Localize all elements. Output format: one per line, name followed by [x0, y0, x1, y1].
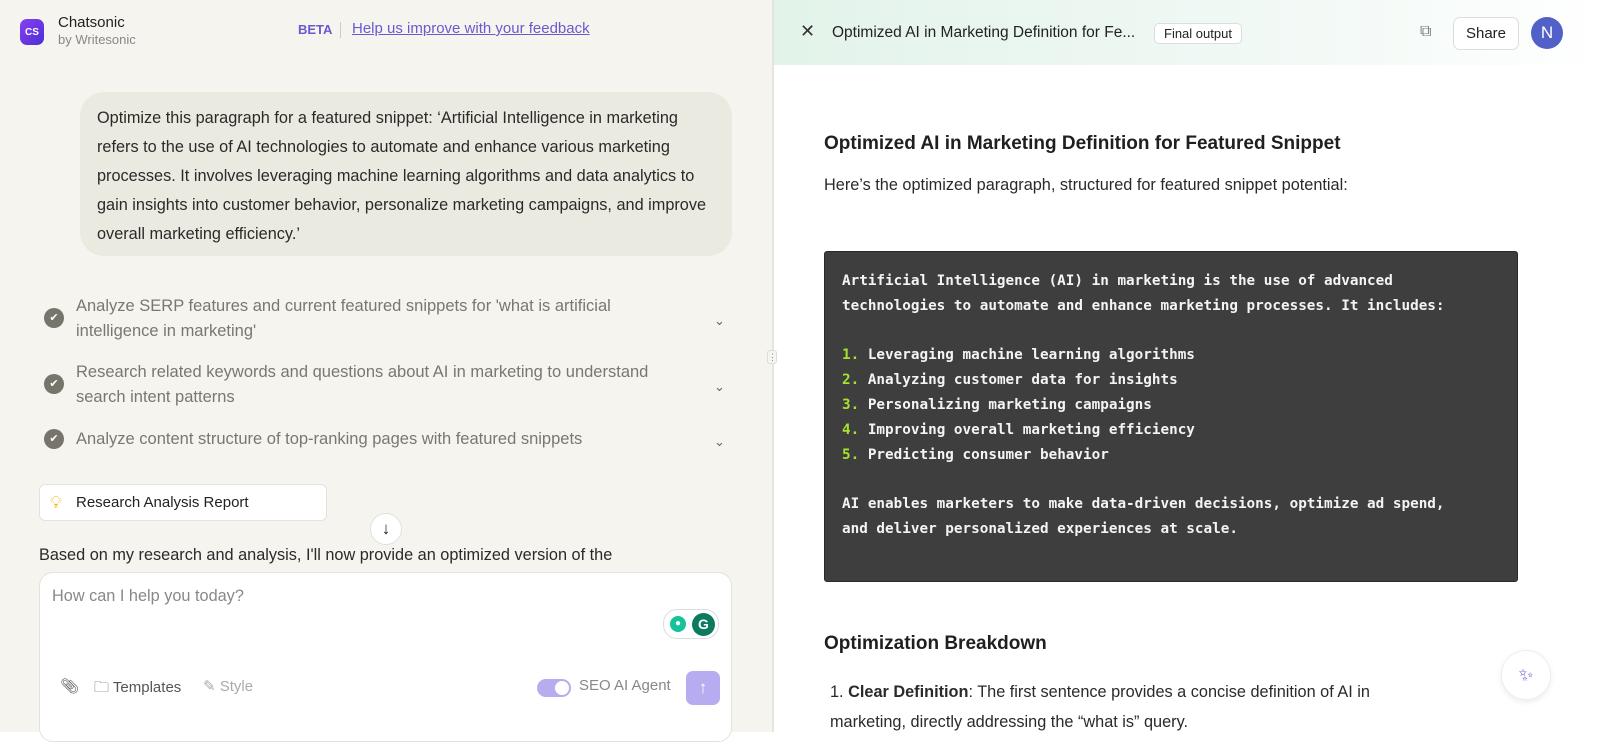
feedback-link[interactable]: Help us improve with your feedback	[352, 20, 590, 37]
code-line: Artificial Intelligence (AI) in marketin…	[842, 273, 1393, 289]
research-report-chip[interactable]: 💡︎ Research Analysis Report	[39, 484, 327, 521]
magic-wand-icon: ✨︎	[1518, 665, 1534, 685]
paperclip-icon[interactable]: 📎︎	[60, 677, 79, 695]
step-text: Analyze SERP features and current featur…	[76, 297, 611, 340]
code-block: Artificial Intelligence (AI) in marketin…	[824, 251, 1518, 582]
code-line: AI enables marketers to make data-driven…	[842, 496, 1445, 513]
step-text: Analyze content structure of top-ranking…	[76, 430, 583, 448]
step-text: Research related keywords and questions …	[76, 363, 649, 406]
final-output-badge: Final output	[1154, 23, 1242, 44]
feather-icon: ✎	[203, 678, 216, 695]
resize-handle[interactable]: ⋮	[767, 350, 777, 364]
code-line: and deliver personalized experiences at …	[842, 520, 1238, 537]
assistant-message: Based on my research and analysis, I'll …	[39, 546, 613, 564]
panel-divider[interactable]	[772, 0, 774, 732]
check-circle-icon: ✔	[44, 374, 64, 394]
step-item[interactable]: ✔ Research related keywords and question…	[44, 360, 734, 410]
brand-subtitle: by Writesonic	[58, 32, 136, 47]
step-item[interactable]: ✔ Analyze content structure of top-ranki…	[44, 427, 734, 452]
style-button[interactable]: ✎ Style	[203, 677, 253, 695]
chevron-down-icon[interactable]: ⌄	[714, 374, 725, 399]
output-header: ✕ Optimized AI in Marketing Definition f…	[774, 0, 1600, 65]
message-input[interactable]	[52, 587, 652, 627]
chip-label: Research Analysis Report	[76, 494, 249, 511]
copy-icon[interactable]: ⧉	[1420, 23, 1431, 41]
code-list-item: Improving overall marketing efficiency	[867, 421, 1195, 438]
code-list-item: Personalizing marketing campaigns	[867, 396, 1152, 413]
composer: ● G 📎︎ 🗀 Templates ✎ Style SEO AI Agent …	[39, 572, 732, 742]
seo-agent-toggle[interactable]	[537, 679, 571, 697]
beta-badge: BETA	[298, 22, 333, 37]
output-title: Optimized AI in Marketing Definition for…	[832, 24, 1136, 41]
share-button[interactable]: Share	[1453, 17, 1519, 50]
templates-label: Templates	[112, 679, 182, 696]
templates-button[interactable]: 🗀 Templates	[94, 677, 181, 702]
user-message: Optimize this paragraph for a featured s…	[80, 92, 732, 256]
chatsonic-logo[interactable]: CS	[20, 19, 44, 45]
grammarly-icon[interactable]: G	[692, 613, 715, 636]
grammarly-widget[interactable]: ● G	[663, 609, 719, 639]
divider	[340, 22, 341, 38]
chat-panel: CS Chatsonic by Writesonic BETA Help us …	[0, 0, 772, 742]
arrow-up-icon: ↑	[698, 678, 708, 697]
output-intro: Here’s the optimized paragraph, structur…	[824, 176, 1348, 194]
close-icon[interactable]: ✕	[800, 21, 815, 42]
breakdown-term: Clear Definition	[848, 683, 969, 701]
output-heading: Optimized AI in Marketing Definition for…	[824, 133, 1341, 154]
chevron-down-icon[interactable]: ⌄	[714, 308, 725, 333]
brand-name: Chatsonic	[58, 14, 125, 31]
check-circle-icon: ✔	[44, 308, 64, 328]
breakdown-heading: Optimization Breakdown	[824, 633, 1047, 654]
magic-wand-button[interactable]: ✨︎	[1501, 650, 1551, 700]
folder-icon: 🗀	[94, 679, 110, 696]
check-circle-icon: ✔	[44, 429, 64, 449]
seo-agent-label: SEO AI Agent	[579, 677, 671, 694]
scroll-down-button[interactable]: ↓	[370, 513, 402, 545]
step-item[interactable]: ✔ Analyze SERP features and current feat…	[44, 294, 734, 344]
send-button[interactable]: ↑	[686, 671, 720, 705]
code-line: technologies to automate and enhance mar…	[842, 297, 1445, 314]
chevron-down-icon[interactable]: ⌄	[714, 429, 725, 454]
style-label: Style	[219, 678, 254, 695]
grammarly-bulb-icon[interactable]: ●	[670, 616, 686, 632]
code-list-item: Predicting consumer behavior	[867, 446, 1109, 463]
code-list-item: Analyzing customer data for insights	[867, 372, 1178, 389]
code-list-item: Leveraging machine learning algorithms	[867, 347, 1195, 364]
avatar[interactable]: N	[1531, 17, 1563, 49]
lightbulb-icon: 💡︎	[50, 493, 62, 512]
breakdown-item: 1. Clear Definition: The first sentence …	[830, 683, 1370, 731]
